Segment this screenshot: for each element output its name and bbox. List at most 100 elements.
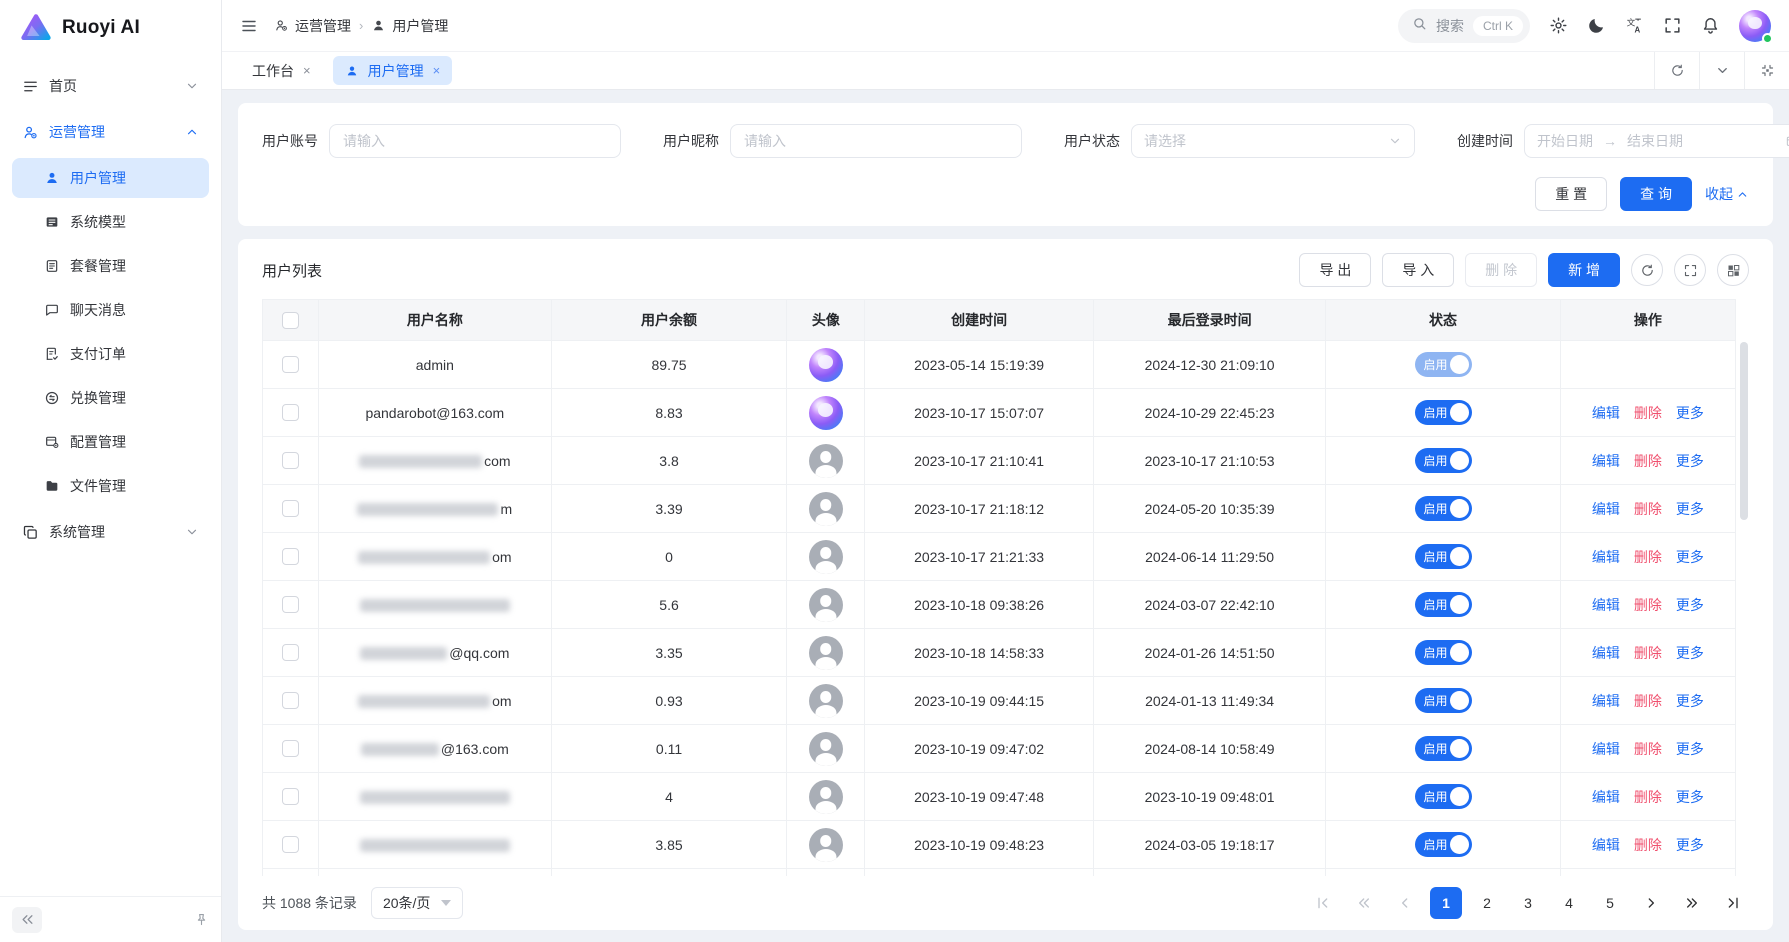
status-toggle[interactable]: 启用 bbox=[1415, 352, 1472, 377]
edit-link[interactable]: 编辑 bbox=[1592, 837, 1620, 853]
brand[interactable]: Ruoyi AI bbox=[0, 0, 221, 56]
delete-link[interactable]: 删除 bbox=[1634, 837, 1662, 853]
delete-link[interactable]: 删除 bbox=[1634, 501, 1662, 517]
breadcrumb-item-运营管理[interactable]: 运营管理 bbox=[274, 16, 351, 36]
status-toggle[interactable]: 启用 bbox=[1415, 592, 1472, 617]
row-checkbox[interactable] bbox=[282, 692, 299, 709]
row-checkbox[interactable] bbox=[282, 788, 299, 805]
sidebar-item-用户管理[interactable]: 用户管理 bbox=[12, 158, 209, 198]
row-checkbox[interactable] bbox=[282, 836, 299, 853]
theme-moon-button[interactable] bbox=[1587, 16, 1606, 35]
next-page-button[interactable] bbox=[1635, 887, 1667, 919]
page-size-select[interactable]: 20条/页 bbox=[371, 887, 463, 919]
sidebar-item-系统模型[interactable]: 系统模型 bbox=[12, 202, 209, 242]
prev-page-button[interactable] bbox=[1389, 887, 1421, 919]
more-link[interactable]: 更多 bbox=[1676, 405, 1704, 421]
prev-pages-button[interactable] bbox=[1348, 887, 1380, 919]
more-link[interactable]: 更多 bbox=[1676, 693, 1704, 709]
status-toggle[interactable]: 启用 bbox=[1415, 496, 1472, 521]
sidebar-section-1[interactable]: 运营管理 bbox=[12, 112, 209, 152]
status-toggle[interactable]: 启用 bbox=[1415, 640, 1472, 665]
tab-用户管理[interactable]: 用户管理× bbox=[333, 56, 453, 85]
edit-link[interactable]: 编辑 bbox=[1592, 453, 1620, 469]
breadcrumb-item-用户管理[interactable]: 用户管理 bbox=[371, 16, 448, 36]
search-button[interactable]: 查 询 bbox=[1620, 177, 1692, 211]
settings-button[interactable] bbox=[1549, 16, 1568, 35]
collapse-filters-link[interactable]: 收起 bbox=[1705, 184, 1749, 204]
edit-link[interactable]: 编辑 bbox=[1592, 741, 1620, 757]
tab-工作台[interactable]: 工作台× bbox=[240, 56, 323, 85]
created-range-datepicker[interactable]: 开始日期→结束日期 bbox=[1524, 124, 1789, 158]
more-link[interactable]: 更多 bbox=[1676, 789, 1704, 805]
notification-button[interactable] bbox=[1701, 16, 1720, 35]
status-toggle[interactable]: 启用 bbox=[1415, 784, 1472, 809]
edit-link[interactable]: 编辑 bbox=[1592, 405, 1620, 421]
tabbar-chevron-down-button[interactable] bbox=[1699, 52, 1744, 89]
fullscreen-table-button[interactable] bbox=[1674, 254, 1706, 286]
fullscreen-button[interactable] bbox=[1663, 16, 1682, 35]
delete-link[interactable]: 删除 bbox=[1634, 693, 1662, 709]
tabbar-refresh-button[interactable] bbox=[1654, 52, 1699, 89]
sidebar-item-配置管理[interactable]: 配置管理 bbox=[12, 422, 209, 462]
edit-link[interactable]: 编辑 bbox=[1592, 645, 1620, 661]
edit-link[interactable]: 编辑 bbox=[1592, 501, 1620, 517]
delete-link[interactable]: 删除 bbox=[1634, 405, 1662, 421]
reset-button[interactable]: 重 置 bbox=[1535, 177, 1607, 211]
export-button[interactable]: 导 出 bbox=[1299, 253, 1371, 287]
close-icon[interactable]: × bbox=[433, 64, 441, 77]
status-toggle[interactable]: 启用 bbox=[1415, 400, 1472, 425]
language-button[interactable]: 文A bbox=[1625, 16, 1644, 35]
row-checkbox[interactable] bbox=[282, 596, 299, 613]
close-icon[interactable]: × bbox=[303, 64, 311, 77]
page-button-5[interactable]: 5 bbox=[1594, 887, 1626, 919]
sidebar-section-2[interactable]: 系统管理 bbox=[12, 512, 209, 552]
edit-link[interactable]: 编辑 bbox=[1592, 693, 1620, 709]
page-button-2[interactable]: 2 bbox=[1471, 887, 1503, 919]
sidebar-item-支付订单[interactable]: 支付订单 bbox=[12, 334, 209, 374]
first-page-button[interactable] bbox=[1307, 887, 1339, 919]
status-toggle[interactable]: 启用 bbox=[1415, 544, 1472, 569]
delete-link[interactable]: 删除 bbox=[1634, 549, 1662, 565]
status-toggle[interactable]: 启用 bbox=[1415, 736, 1472, 761]
status-toggle[interactable]: 启用 bbox=[1415, 448, 1472, 473]
more-link[interactable]: 更多 bbox=[1676, 645, 1704, 661]
delete-link[interactable]: 删除 bbox=[1634, 741, 1662, 757]
delete-link[interactable]: 删除 bbox=[1634, 789, 1662, 805]
row-checkbox[interactable] bbox=[282, 740, 299, 757]
page-button-3[interactable]: 3 bbox=[1512, 887, 1544, 919]
status-toggle[interactable]: 启用 bbox=[1415, 688, 1472, 713]
row-checkbox[interactable] bbox=[282, 452, 299, 469]
sidebar-item-文件管理[interactable]: 文件管理 bbox=[12, 466, 209, 506]
status-select[interactable]: 请选择 bbox=[1131, 124, 1415, 158]
sidebar-collapse-button[interactable] bbox=[12, 907, 42, 933]
sidebar-item-聊天消息[interactable]: 聊天消息 bbox=[12, 290, 209, 330]
row-checkbox[interactable] bbox=[282, 404, 299, 421]
delete-button[interactable]: 删 除 bbox=[1465, 253, 1537, 287]
status-toggle[interactable]: 启用 bbox=[1415, 832, 1472, 857]
delete-link[interactable]: 删除 bbox=[1634, 597, 1662, 613]
row-checkbox[interactable] bbox=[282, 356, 299, 373]
sidebar-item-兑换管理[interactable]: 兑换管理 bbox=[12, 378, 209, 418]
refresh-table-button[interactable] bbox=[1631, 254, 1663, 286]
sidebar-item-套餐管理[interactable]: 套餐管理 bbox=[12, 246, 209, 286]
delete-link[interactable]: 删除 bbox=[1634, 453, 1662, 469]
more-link[interactable]: 更多 bbox=[1676, 597, 1704, 613]
account-input[interactable] bbox=[329, 124, 621, 158]
row-checkbox[interactable] bbox=[282, 548, 299, 565]
next-pages-button[interactable] bbox=[1676, 887, 1708, 919]
pin-icon[interactable] bbox=[194, 912, 209, 927]
global-search[interactable]: 搜索 Ctrl K bbox=[1398, 9, 1530, 43]
more-link[interactable]: 更多 bbox=[1676, 549, 1704, 565]
user-avatar[interactable] bbox=[1739, 10, 1771, 42]
row-checkbox[interactable] bbox=[282, 500, 299, 517]
row-checkbox[interactable] bbox=[282, 644, 299, 661]
edit-link[interactable]: 编辑 bbox=[1592, 597, 1620, 613]
more-link[interactable]: 更多 bbox=[1676, 837, 1704, 853]
page-button-1[interactable]: 1 bbox=[1430, 887, 1462, 919]
nickname-input[interactable] bbox=[730, 124, 1022, 158]
more-link[interactable]: 更多 bbox=[1676, 453, 1704, 469]
sidebar-section-0[interactable]: 首页 bbox=[12, 66, 209, 106]
last-page-button[interactable] bbox=[1717, 887, 1749, 919]
more-link[interactable]: 更多 bbox=[1676, 741, 1704, 757]
page-button-4[interactable]: 4 bbox=[1553, 887, 1585, 919]
